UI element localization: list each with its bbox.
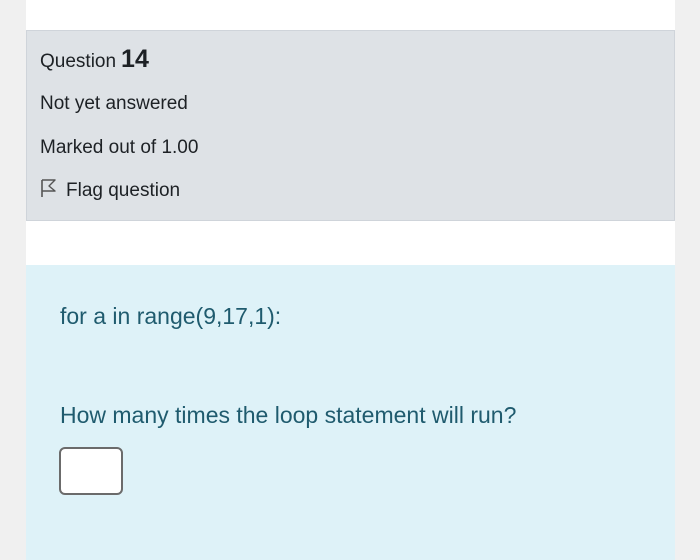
question-number-value: 14 (121, 45, 149, 73)
flag-outline-icon (40, 178, 66, 204)
question-grade: Marked out of 1.00 (40, 137, 199, 158)
question-info-panel: Question 14 Not yet answered Marked out o… (26, 30, 675, 221)
question-label: Question (40, 51, 117, 72)
question-text: How many times the loop statement will r… (60, 402, 517, 428)
question-content-panel: for a in range(9,17,1): How many times t… (26, 265, 675, 560)
answer-input[interactable] (59, 447, 123, 495)
flag-question-link[interactable]: Flag question (40, 178, 180, 204)
question-number: Question 14 (40, 45, 149, 74)
question-state: Not yet answered (40, 93, 188, 114)
code-line: for a in range(9,17,1): (60, 303, 282, 329)
flag-question-label: Flag question (66, 180, 181, 201)
